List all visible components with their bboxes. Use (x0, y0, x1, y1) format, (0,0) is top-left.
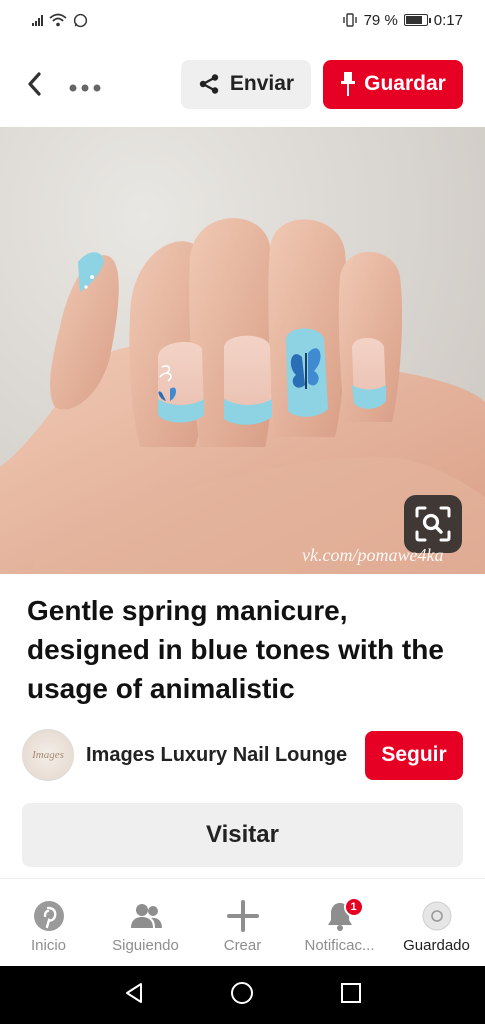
lens-search-icon (415, 506, 451, 542)
send-button-label: Enviar (229, 72, 295, 95)
nav-item-home[interactable]: Inicio (4, 899, 94, 954)
follow-button[interactable]: Seguir (365, 730, 463, 780)
nav-item-notifications[interactable]: 1 Notificac... (295, 897, 385, 954)
system-home-button[interactable] (230, 981, 254, 1010)
vibrate-icon (342, 13, 357, 27)
back-button[interactable] (22, 69, 46, 99)
nav-item-following[interactable]: Siguiendo (101, 899, 191, 954)
ellipsis-icon (69, 84, 101, 92)
image-watermark: vk.com/pomawe4ka (302, 545, 444, 565)
avatar-logo-text: Images (32, 749, 64, 761)
send-button[interactable]: Enviar (181, 59, 311, 109)
nav-label-following: Siguiendo (112, 937, 179, 954)
save-button[interactable]: Guardar (323, 59, 463, 109)
pin-icon (341, 72, 356, 96)
system-recents-button[interactable] (340, 982, 362, 1009)
save-button-label: Guardar (364, 72, 446, 95)
chevron-left-icon (28, 72, 41, 96)
bottom-navigation: Inicio Siguiendo Crear 1 Notificac... Gu… (0, 878, 485, 966)
pin-action-bar: Enviar Guardar (0, 56, 485, 112)
creator-row: Images Images Luxury Nail Lounge Seguir (22, 728, 463, 782)
nav-label-create: Crear (223, 937, 262, 954)
status-left (32, 13, 88, 28)
whatsapp-icon (73, 13, 88, 27)
wifi-icon (49, 13, 67, 27)
nav-item-create[interactable]: Crear (198, 899, 288, 954)
plus-icon (225, 899, 261, 933)
nav-label-saved: Guardado (403, 937, 470, 954)
battery-icon (403, 14, 431, 26)
pin-title: Gentle spring manicure, designed in blue… (27, 595, 444, 704)
share-icon (199, 74, 219, 94)
clock: 0:17 (433, 11, 463, 29)
circle-home-icon (231, 981, 254, 1004)
triangle-back-icon (125, 982, 142, 1003)
nav-label-notifications: Notificac... (304, 937, 375, 954)
square-recents-icon (341, 982, 362, 1003)
pinterest-logo-icon (31, 899, 67, 933)
system-navigation-bar (0, 966, 485, 1024)
profile-icon (419, 899, 455, 933)
people-icon (128, 899, 164, 933)
nav-label-home: Inicio (30, 937, 67, 954)
visit-button[interactable]: Visitar (22, 803, 463, 867)
creator-avatar[interactable]: Images (22, 729, 74, 781)
notification-badge: 1 (343, 897, 364, 917)
status-bar: 79 % 0:17 (0, 0, 485, 40)
system-back-button[interactable] (123, 982, 145, 1009)
pin-image[interactable]: vk.com/pomawe4ka (0, 127, 485, 574)
signal-icon (32, 14, 43, 26)
creator-name[interactable]: Images Luxury Nail Lounge (86, 744, 347, 767)
more-options-button[interactable] (68, 71, 102, 97)
status-right: 79 % 0:17 (342, 12, 463, 29)
battery-percent: 79 % (363, 11, 398, 29)
nav-item-saved[interactable]: Guardado (392, 899, 482, 954)
